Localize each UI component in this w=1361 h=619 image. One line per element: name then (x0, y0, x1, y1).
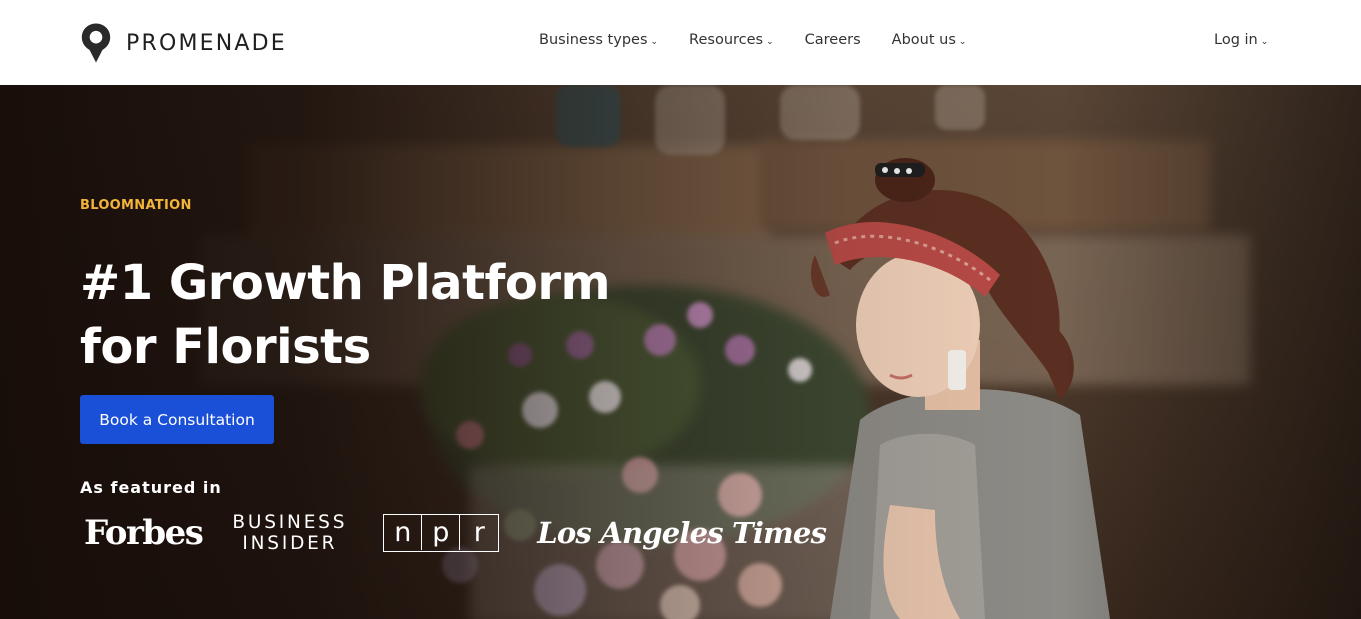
login-label: Log in (1214, 32, 1258, 48)
login-menu[interactable]: Log in ⌄ (1214, 32, 1268, 48)
nav-item-about-us[interactable]: About us ⌄ (892, 32, 967, 48)
brand-logo[interactable]: PROMENADE (80, 22, 287, 64)
npr-letter: n (384, 515, 423, 550)
npr-logo: n p r (383, 514, 500, 552)
npr-letter: r (473, 517, 485, 548)
nav-item-label: Careers (804, 32, 861, 48)
nav-item-careers[interactable]: Careers (805, 32, 861, 48)
book-consultation-button[interactable]: Book a Consultation (80, 395, 274, 444)
chevron-down-icon: ⌄ (766, 37, 774, 47)
npr-letter: p (422, 515, 461, 550)
main-nav: Business types ⌄ Resources ⌄ Careers Abo… (539, 32, 997, 48)
headline-line-1: #1 Growth Platform (80, 255, 611, 311)
nav-item-business-types[interactable]: Business types ⌄ (539, 32, 658, 48)
site-header: PROMENADE Business types ⌄ Resources ⌄ C… (0, 0, 1361, 85)
bi-line-2: INSIDER (242, 533, 338, 554)
chevron-down-icon: ⌄ (958, 37, 967, 47)
nav-item-label: Business types (539, 32, 648, 48)
chevron-down-icon: ⌄ (1260, 37, 1269, 47)
hero-section: BLOOMNATION #1 Growth Platform for Flori… (0, 85, 1361, 619)
press-logos: Forbes BUSINESS INSIDER n p r Los Angele… (84, 510, 827, 556)
chevron-down-icon: ⌄ (650, 37, 659, 47)
nav-item-label: Resources (689, 32, 764, 48)
business-insider-logo: BUSINESS INSIDER (232, 512, 347, 554)
hero-eyebrow: BLOOMNATION (80, 198, 192, 213)
nav-item-resources[interactable]: Resources ⌄ (689, 32, 774, 48)
brand-name: PROMENADE (126, 30, 287, 56)
headline-line-2: for Florists (80, 319, 371, 375)
map-pin-icon (81, 23, 111, 63)
featured-in-label: As featured in (80, 478, 222, 497)
hero-headline: #1 Growth Platform for Florists (80, 251, 640, 379)
nav-item-label: About us (891, 32, 956, 48)
la-times-logo: Los Angeles Times (537, 516, 827, 550)
forbes-logo: Forbes (84, 513, 204, 553)
bi-line-1: BUSINESS (232, 512, 348, 533)
